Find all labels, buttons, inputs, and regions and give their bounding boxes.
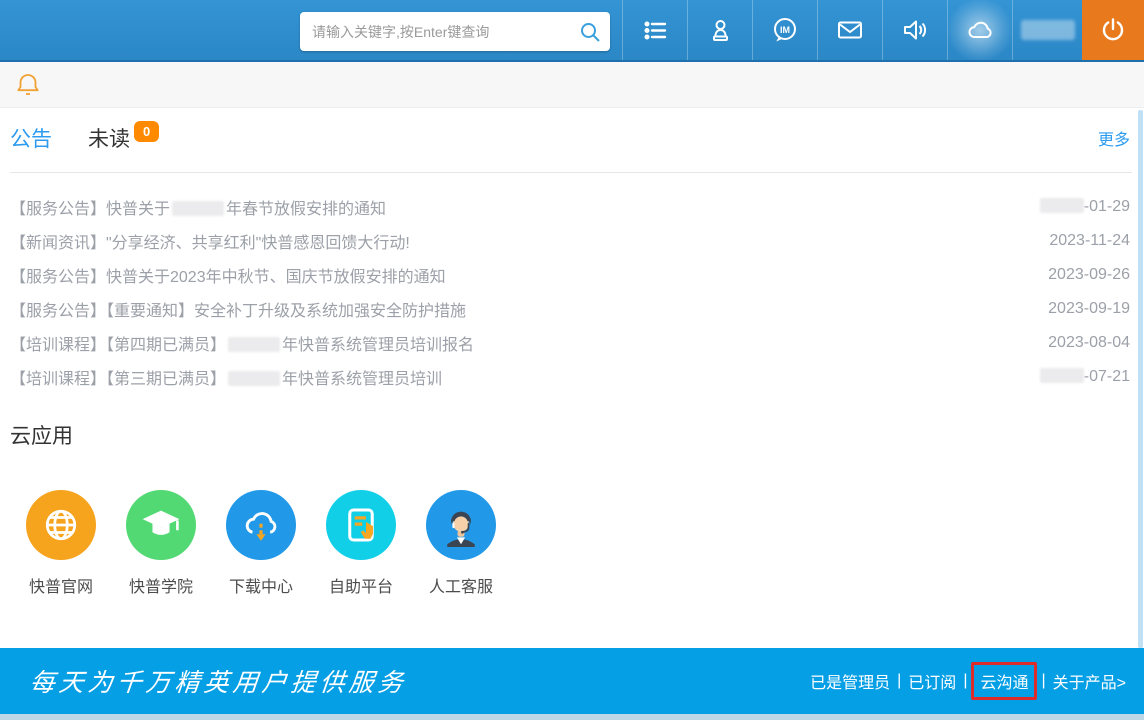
username-redacted — [1021, 20, 1075, 40]
mail-button[interactable] — [817, 0, 882, 60]
app-label: 快普学院 — [129, 573, 193, 597]
link-separator: | — [963, 672, 967, 690]
footer-link-已订阅[interactable]: 已订阅 — [908, 669, 956, 693]
app-item-人工客服[interactable]: 人工客服 — [413, 490, 509, 597]
announcement-title: 【培训课程】【第四期已满员】年快普系统管理员培训报名 — [10, 331, 474, 355]
speaker-icon — [901, 16, 929, 44]
announcement-list: 【服务公告】快普关于年春节放假安排的通知 -01-29 【新闻资讯】"分享经济、共享… — [10, 190, 1130, 394]
app-label: 下载中心 — [229, 573, 293, 597]
self-service-icon — [326, 490, 396, 560]
redacted-year — [228, 371, 280, 386]
portal-page: IM — [0, 0, 1144, 720]
announcements-title: 公告 — [10, 123, 52, 153]
tab-unread[interactable]: 未读0 — [88, 123, 159, 153]
link-separator: | — [897, 672, 901, 690]
cloud-icon — [964, 14, 996, 46]
cloud-apps-title: 云应用 — [10, 420, 73, 450]
footer-link-云沟通[interactable]: 云沟通 — [971, 662, 1037, 700]
announcement-date: 2023-11-24 — [1049, 232, 1130, 250]
announcement-date: 2023-08-04 — [1048, 334, 1130, 352]
redacted-year — [172, 201, 224, 216]
im-button[interactable]: IM — [752, 0, 817, 60]
cloud-button[interactable] — [947, 0, 1012, 60]
app-item-自助平台[interactable]: 自助平台 — [313, 490, 409, 597]
link-separator: | — [1041, 672, 1045, 690]
contacts-button[interactable] — [687, 0, 752, 60]
announcement-row[interactable]: 【培训课程】【第四期已满员】年快普系统管理员培训报名 2023-08-04 — [10, 326, 1130, 360]
more-link[interactable]: 更多 — [1098, 126, 1130, 150]
footer-bar: 每天为千万精英用户提供服务 已是管理员|已订阅|云沟通|关于产品> — [0, 648, 1144, 714]
bell-icon[interactable] — [15, 71, 41, 99]
cloud-apps-row: 快普官网 快普学院 下载中心 自助平台 人工客服 — [13, 490, 513, 597]
announcement-row[interactable]: 【新闻资讯】"分享经济、共享红利"快普感恩回馈大行动! 2023-11-24 — [10, 224, 1130, 258]
redacted-year — [228, 337, 280, 352]
announce-button[interactable] — [882, 0, 947, 60]
top-bar: IM — [0, 0, 1144, 62]
footer-link-关于产品[interactable]: 关于产品> — [1053, 669, 1126, 693]
footer-link-已是管理员[interactable]: 已是管理员 — [810, 669, 890, 693]
customer-service-icon — [426, 490, 496, 560]
search-box — [300, 12, 610, 51]
graduation-cap-icon — [126, 490, 196, 560]
announcement-row[interactable]: 【服务公告】快普关于年春节放假安排的通知 -01-29 — [10, 190, 1130, 224]
announcement-row[interactable]: 【服务公告】【重要通知】安全补丁升级及系统加强安全防护措施 2023-09-19 — [10, 292, 1130, 326]
unread-count-badge: 0 — [134, 121, 159, 142]
announcements-header: 公告 未读0 更多 — [10, 112, 1130, 164]
list-menu-button[interactable] — [622, 0, 687, 60]
app-label: 人工客服 — [429, 573, 493, 597]
contact-stamp-icon — [707, 17, 734, 44]
footer-links: 已是管理员|已订阅|云沟通|关于产品> — [810, 662, 1126, 700]
redacted-year — [1040, 368, 1084, 383]
im-icon: IM — [771, 16, 799, 44]
announcement-date: 2023-09-26 — [1048, 266, 1130, 284]
scrollbar[interactable] — [1138, 110, 1143, 648]
cloud-download-icon — [226, 490, 296, 560]
announcement-title: 【服务公告】快普关于2023年中秋节、国庆节放假安排的通知 — [10, 263, 446, 287]
username-button[interactable] — [1012, 0, 1082, 60]
search-input[interactable] — [312, 24, 578, 40]
announcement-title: 【培训课程】【第三期已满员】年快普系统管理员培训 — [10, 365, 442, 389]
topbar-icon-group: IM — [622, 0, 1144, 60]
app-item-下载中心[interactable]: 下载中心 — [213, 490, 309, 597]
search-icon[interactable] — [578, 20, 602, 44]
mail-icon — [836, 16, 864, 44]
announcement-date: 2023-09-19 — [1048, 300, 1130, 318]
app-label: 快普官网 — [29, 573, 93, 597]
header-divider — [10, 172, 1132, 173]
announcement-date: -01-29 — [1040, 198, 1130, 216]
redacted-year — [1040, 198, 1084, 213]
announcement-title: 【服务公告】快普关于年春节放假安排的通知 — [10, 195, 386, 219]
app-label: 自助平台 — [329, 573, 393, 597]
announcement-title: 【新闻资讯】"分享经济、共享红利"快普感恩回馈大行动! — [10, 229, 410, 253]
app-item-快普官网[interactable]: 快普官网 — [13, 490, 109, 597]
list-icon — [642, 17, 669, 44]
announcement-date: -07-21 — [1040, 368, 1130, 386]
svg-text:IM: IM — [780, 25, 790, 35]
notification-bar — [0, 62, 1144, 108]
announcement-row[interactable]: 【培训课程】【第三期已满员】年快普系统管理员培训 -07-21 — [10, 360, 1130, 394]
logout-button[interactable] — [1082, 0, 1144, 60]
app-item-快普学院[interactable]: 快普学院 — [113, 490, 209, 597]
power-icon — [1099, 16, 1127, 44]
footer-slogan: 每天为千万精英用户提供服务 — [28, 663, 409, 699]
globe-icon — [26, 490, 96, 560]
announcement-title: 【服务公告】【重要通知】安全补丁升级及系统加强安全防护措施 — [10, 297, 466, 321]
announcement-row[interactable]: 【服务公告】快普关于2023年中秋节、国庆节放假安排的通知 2023-09-26 — [10, 258, 1130, 292]
bottom-edge — [0, 714, 1144, 720]
